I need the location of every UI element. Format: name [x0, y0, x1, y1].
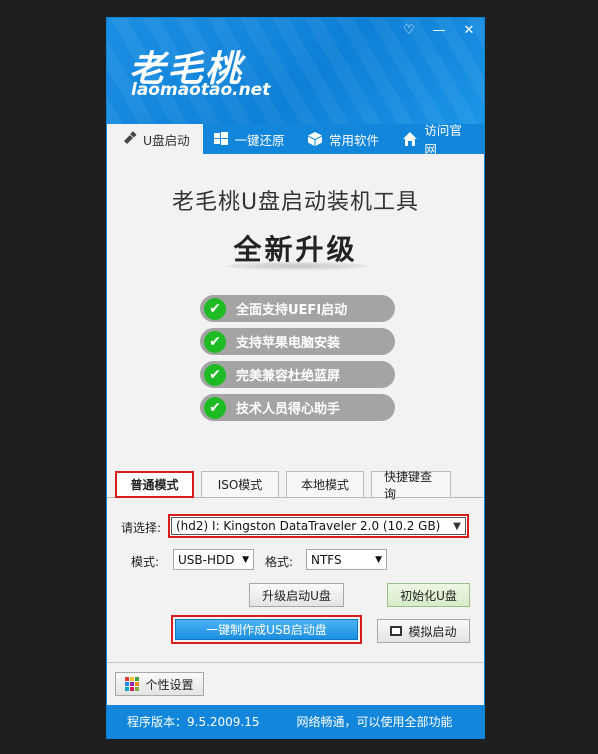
- home-icon: [403, 132, 418, 146]
- version-text: 程序版本：9.5.2009.15: [127, 715, 260, 729]
- close-button[interactable]: ✕: [458, 22, 480, 40]
- window-controls: ♡ — ✕: [398, 22, 480, 40]
- personalize-button[interactable]: 个性设置: [115, 672, 204, 696]
- network-status: 网络畅通，可以使用全部功能: [296, 715, 453, 729]
- mode-label: 模式:: [131, 555, 160, 569]
- logo-url: laomaotao.net: [131, 80, 271, 100]
- windows-icon: [213, 132, 228, 145]
- check-icon: ✔: [204, 396, 226, 419]
- tab-local-mode[interactable]: 本地模式: [286, 471, 364, 498]
- main-tabbar: U盘启动 一键还原 常用软件 访问官网: [107, 123, 484, 157]
- make-usb-boot-button[interactable]: 一键制作成USB启动盘: [175, 619, 358, 640]
- tab-label: U盘启动: [143, 132, 190, 148]
- feature-item: ✔ 完美兼容杜绝蓝屏: [200, 361, 395, 388]
- tab-visit-website[interactable]: 访问官网: [392, 123, 484, 157]
- device-select[interactable]: (hd2) I: Kingston DataTraveler 2.0 (10.2…: [168, 514, 469, 538]
- box-icon: [308, 132, 322, 146]
- feature-item: ✔ 支持苹果电脑安装: [200, 328, 395, 355]
- personalize-label: 个性设置: [145, 677, 194, 692]
- feature-text: 技术人员得心助手: [236, 402, 341, 417]
- tab-label: 常用软件: [329, 132, 380, 148]
- format-value: NTFS: [311, 552, 342, 567]
- app-window: 老毛桃 laomaotao.net ♡ — ✕ U盘启动 一键还原 常用软件 访…: [106, 17, 485, 739]
- hero-title: 老毛桃U盘启动装机工具: [171, 190, 420, 215]
- tab-label: 访问官网: [424, 123, 462, 157]
- format-select[interactable]: NTFS ▼: [306, 549, 387, 570]
- chevron-down-icon: ▼: [453, 520, 461, 532]
- simulate-label: 模拟启动: [408, 624, 457, 639]
- feature-item: ✔ 全面支持UEFI启动: [200, 295, 395, 322]
- favorite-button[interactable]: ♡: [398, 22, 420, 40]
- mode-tabs: 普通模式 ISO模式 本地模式 快捷键查询: [115, 470, 451, 501]
- check-icon: ✔: [204, 330, 226, 353]
- upgrade-usb-button[interactable]: 升级启动U盘: [249, 583, 344, 607]
- tab-shortcut-query[interactable]: 快捷键查询: [371, 470, 451, 501]
- feature-text: 全面支持UEFI启动: [236, 303, 348, 318]
- device-label: 请选择:: [121, 521, 162, 535]
- check-icon: ✔: [204, 297, 226, 320]
- check-icon: ✔: [204, 363, 226, 386]
- chevron-down-icon: ▼: [242, 554, 249, 565]
- device-value: (hd2) I: Kingston DataTraveler 2.0 (10.2…: [176, 519, 441, 533]
- tab-normal-mode[interactable]: 普通模式: [115, 471, 194, 498]
- init-usb-button[interactable]: 初始化U盘: [387, 583, 470, 607]
- tab-iso-mode[interactable]: ISO模式: [201, 471, 279, 498]
- minimize-button[interactable]: —: [428, 22, 450, 40]
- mode-select[interactable]: USB-HDD ▼: [173, 549, 254, 570]
- palette-icon: [125, 677, 140, 691]
- monitor-icon: [390, 626, 403, 636]
- hero-shadow: [227, 262, 367, 270]
- status-footer: 程序版本：9.5.2009.15 网络畅通，可以使用全部功能: [107, 705, 484, 738]
- tab-label: 一键还原: [234, 132, 285, 148]
- feature-list: ✔ 全面支持UEFI启动 ✔ 支持苹果电脑安装 ✔ 完美兼容杜绝蓝屏 ✔ 技术人…: [200, 295, 395, 427]
- bottom-divider: [107, 662, 484, 663]
- header-banner: 老毛桃 laomaotao.net ♡ — ✕: [107, 18, 484, 124]
- feature-text: 支持苹果电脑安装: [236, 336, 341, 351]
- simulate-boot-button[interactable]: 模拟启动: [377, 619, 470, 643]
- mode-value: USB-HDD: [178, 552, 235, 567]
- feature-text: 完美兼容杜绝蓝屏: [236, 369, 341, 384]
- tab-common-software[interactable]: 常用软件: [297, 124, 392, 154]
- chevron-down-icon: ▼: [375, 554, 382, 565]
- tab-one-click-restore[interactable]: 一键还原: [203, 124, 297, 154]
- feature-item: ✔ 技术人员得心助手: [200, 394, 395, 421]
- usb-icon: [124, 131, 137, 144]
- format-label: 格式:: [265, 555, 294, 569]
- tab-usb-boot[interactable]: U盘启动: [107, 124, 203, 154]
